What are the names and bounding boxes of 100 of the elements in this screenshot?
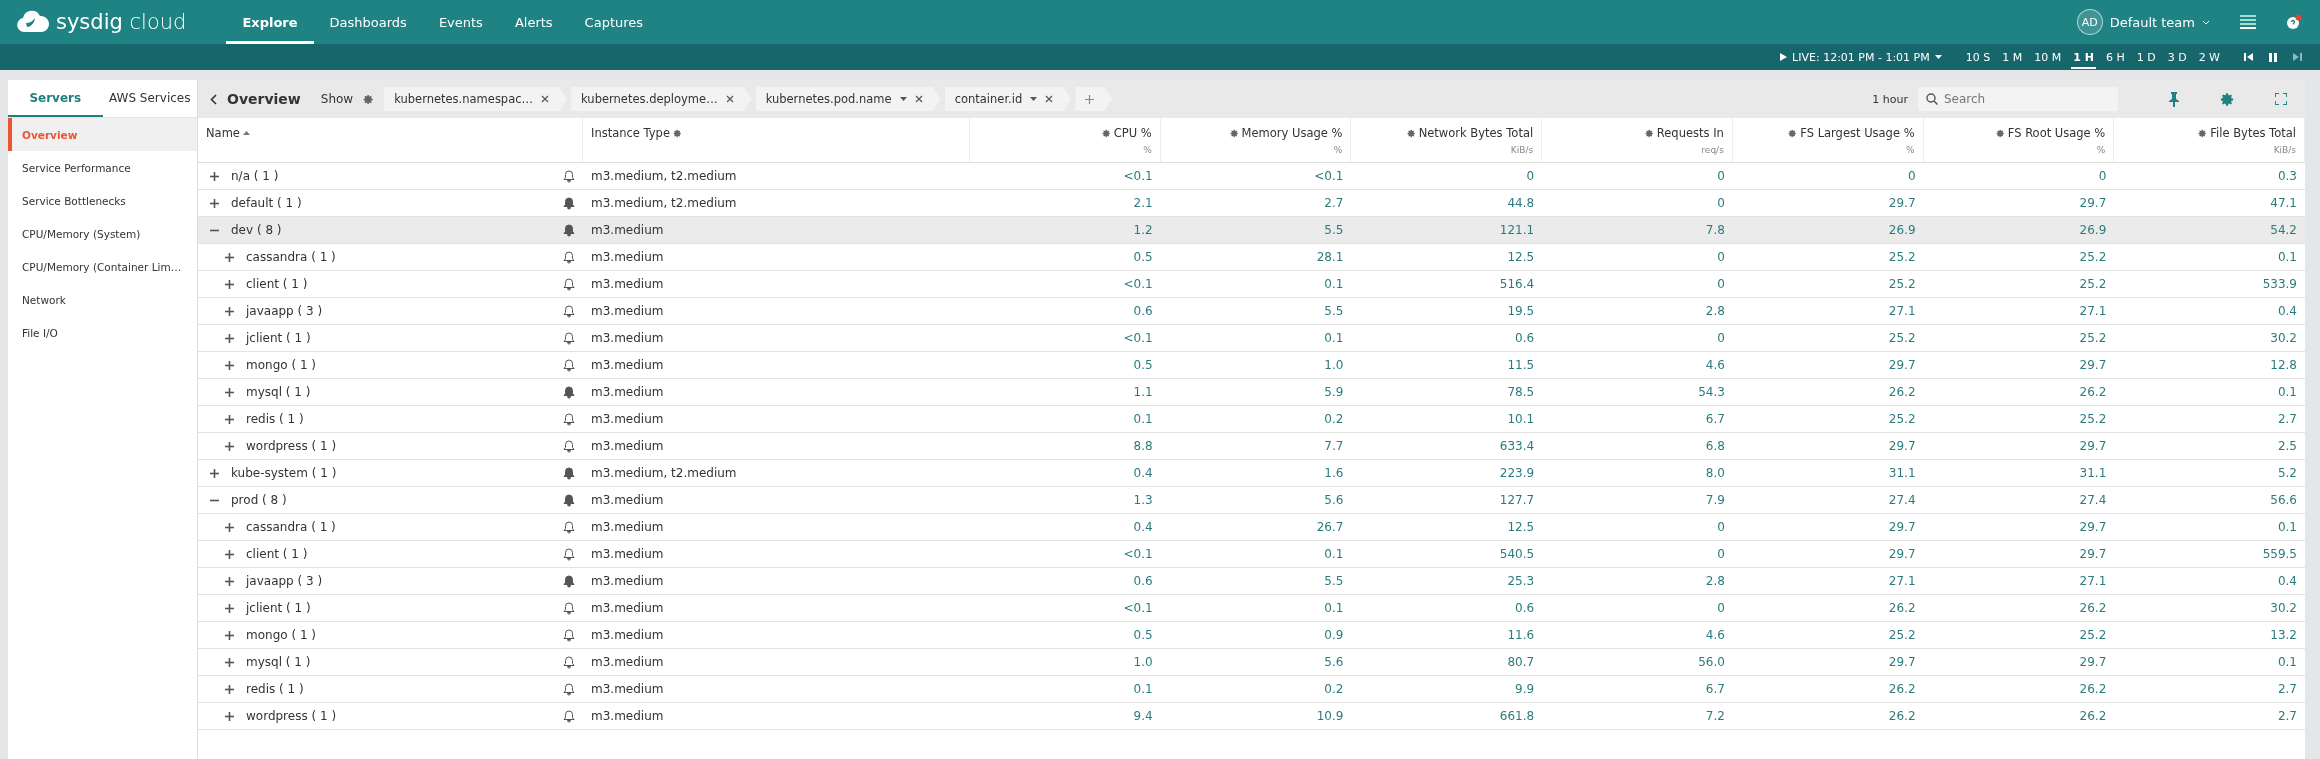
plus-icon[interactable]: [225, 333, 234, 343]
header-label[interactable]: Network Bytes Total: [1418, 126, 1534, 140]
time-range-tab[interactable]: 6 H: [2103, 45, 2127, 69]
row-name[interactable]: cassandra ( 1 ): [246, 250, 551, 264]
row-name[interactable]: wordpress ( 1 ): [246, 439, 551, 453]
bell-icon[interactable]: [563, 709, 575, 723]
gear-icon[interactable]: [1406, 128, 1416, 138]
sidebar-item[interactable]: Service Bottlenecks: [8, 184, 197, 217]
plus-icon[interactable]: [225, 711, 234, 721]
back-icon[interactable]: [210, 93, 217, 105]
caret-icon[interactable]: [899, 97, 907, 101]
plus-icon[interactable]: [1085, 94, 1095, 104]
header-label[interactable]: Instance Type: [591, 126, 670, 140]
gear-icon[interactable]: [1101, 128, 1111, 138]
row-name[interactable]: mongo ( 1 ): [246, 628, 551, 642]
gear-icon[interactable]: [1995, 128, 2005, 138]
live-range[interactable]: LIVE: 12:01 PM - 1:01 PM: [1780, 50, 1942, 64]
fullscreen-icon[interactable]: [2275, 93, 2287, 105]
name-cell[interactable]: dev ( 8 ): [198, 217, 583, 244]
plus-icon[interactable]: [225, 657, 234, 667]
bell-icon[interactable]: [563, 601, 575, 615]
caret-icon[interactable]: [1030, 97, 1038, 101]
gear-icon[interactable]: [2198, 128, 2208, 138]
gear-icon[interactable]: [1788, 128, 1798, 138]
header-label[interactable]: CPU %: [1113, 126, 1152, 140]
header-label[interactable]: FS Largest Usage %: [1800, 126, 1915, 140]
plus-icon[interactable]: [225, 414, 234, 424]
plus-icon[interactable]: [225, 279, 234, 289]
row-name[interactable]: javaapp ( 3 ): [246, 574, 551, 588]
gear-icon[interactable]: [673, 128, 682, 138]
header-label[interactable]: FS Root Usage %: [2007, 126, 2106, 140]
row-name[interactable]: mongo ( 1 ): [246, 358, 551, 372]
sidebar-item[interactable]: Service Performance: [8, 151, 197, 184]
time-range-tab[interactable]: 3 D: [2165, 45, 2189, 69]
row-name[interactable]: redis ( 1 ): [246, 682, 551, 696]
chip-label[interactable]: kubernetes.deployme…: [581, 92, 718, 106]
header-label[interactable]: Name: [206, 126, 240, 140]
bell-icon[interactable]: [563, 277, 575, 291]
header-label[interactable]: Requests In: [1656, 126, 1724, 140]
list-icon[interactable]: [2240, 15, 2256, 29]
row-name[interactable]: n/a ( 1 ): [231, 169, 551, 183]
sidebar-tab[interactable]: AWS Services: [102, 80, 197, 117]
plus-icon[interactable]: [210, 171, 219, 181]
plus-icon[interactable]: [225, 387, 234, 397]
row-name[interactable]: redis ( 1 ): [246, 412, 551, 426]
plus-icon[interactable]: [225, 549, 234, 559]
row-name[interactable]: dev ( 8 ): [231, 223, 551, 237]
skip-back-icon[interactable]: [2244, 53, 2253, 61]
row-name[interactable]: mysql ( 1 ): [246, 385, 551, 399]
nav-tab[interactable]: Events: [422, 0, 499, 44]
bell-icon[interactable]: [563, 331, 575, 345]
time-range-tab[interactable]: 2 W: [2196, 45, 2222, 69]
chip-label[interactable]: container.id: [954, 92, 1023, 106]
plus-icon[interactable]: [225, 603, 234, 613]
team-name[interactable]: Default team: [2109, 14, 2195, 30]
bell-icon[interactable]: [563, 628, 575, 642]
grouping-chip[interactable]: kubernetes.namespac…: [384, 87, 568, 111]
row-name[interactable]: client ( 1 ): [246, 277, 551, 291]
row-name[interactable]: javaapp ( 3 ): [246, 304, 551, 318]
gear-icon[interactable]: [1644, 128, 1654, 138]
row-name[interactable]: wordpress ( 1 ): [246, 709, 551, 723]
nav-tab[interactable]: Alerts: [498, 0, 569, 44]
bell-icon[interactable]: [563, 439, 575, 453]
plus-icon[interactable]: [225, 630, 234, 640]
bell-icon[interactable]: [563, 223, 575, 237]
close-icon[interactable]: [725, 95, 734, 103]
nav-tab[interactable]: Captures: [568, 0, 660, 44]
close-icon[interactable]: [541, 95, 550, 103]
header-label[interactable]: File Bytes Total: [2210, 126, 2296, 140]
row-name[interactable]: client ( 1 ): [246, 547, 551, 561]
plus-icon[interactable]: [210, 468, 219, 478]
plus-icon[interactable]: [225, 252, 234, 262]
bell-icon[interactable]: [563, 196, 575, 210]
bell-icon[interactable]: [563, 520, 575, 534]
gear-icon[interactable]: [1229, 128, 1239, 138]
plus-icon[interactable]: [225, 360, 234, 370]
bell-icon[interactable]: [563, 574, 575, 588]
sidebar-item[interactable]: CPU/Memory (System): [8, 217, 197, 250]
pin-icon[interactable]: [2168, 91, 2180, 107]
bell-icon[interactable]: [563, 493, 575, 507]
plus-icon[interactable]: [225, 576, 234, 586]
bell-icon[interactable]: [563, 385, 575, 399]
avatar[interactable]: AD: [2076, 9, 2103, 35]
bell-icon[interactable]: [563, 250, 575, 264]
row-name[interactable]: cassandra ( 1 ): [246, 520, 551, 534]
row-name[interactable]: prod ( 8 ): [231, 493, 551, 507]
plus-icon[interactable]: [210, 198, 219, 208]
time-range-tab[interactable]: 1 H: [2071, 45, 2096, 69]
caret-icon[interactable]: [2202, 19, 2210, 25]
row-name[interactable]: default ( 1 ): [231, 196, 551, 210]
chip-label[interactable]: kubernetes.pod.name: [765, 92, 892, 106]
bell-icon[interactable]: [563, 466, 575, 480]
sidebar-item[interactable]: File I/O: [8, 316, 197, 349]
row-name[interactable]: mysql ( 1 ): [246, 655, 551, 669]
gear-icon[interactable]: [363, 93, 375, 105]
nav-tab[interactable]: Dashboards: [313, 0, 423, 44]
header-label[interactable]: Memory Usage %: [1241, 126, 1343, 140]
plus-icon[interactable]: [225, 684, 234, 694]
time-range-tab[interactable]: 1 M: [2000, 45, 2025, 69]
chip-label[interactable]: kubernetes.namespac…: [394, 92, 534, 106]
